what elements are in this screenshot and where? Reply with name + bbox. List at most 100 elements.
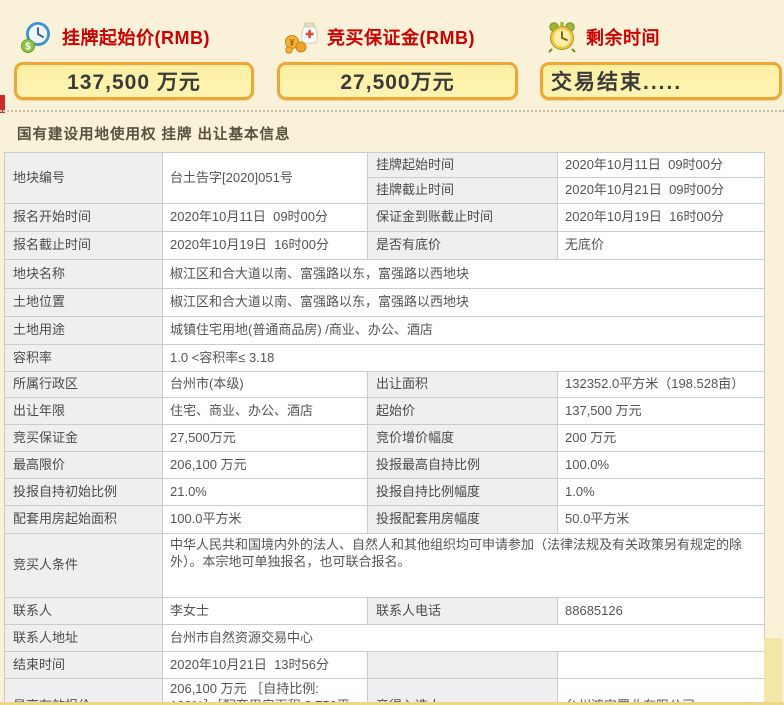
field-label: 竞买保证金	[5, 425, 163, 452]
field-value: 2020年10月11日 09时00分	[163, 204, 368, 232]
field-label: 保证金到账截止时间	[368, 204, 558, 232]
field-label: 挂牌截止时间	[368, 178, 558, 204]
field-label: 土地位置	[5, 289, 163, 317]
table-row: 所属行政区台州市(本级)出让面积132352.0平方米（198.528亩）	[5, 372, 765, 398]
field-value: 2020年10月21日 09时00分	[558, 178, 765, 204]
field-value: 200 万元	[558, 425, 765, 452]
field-value: 21.0%	[163, 479, 368, 506]
field-value: 1.0%	[558, 479, 765, 506]
summary-value-box: 137,500 万元	[14, 62, 254, 100]
table-row: 土地位置椒江区和合大道以南、富强路以东，富强路以西地块	[5, 289, 765, 317]
summary-item-remaining-time: 剩余时间 交易结束.....	[540, 12, 782, 100]
field-label: 报名截止时间	[5, 232, 163, 260]
table-row: 投报自持初始比例21.0%投报自持比例幅度1.0%	[5, 479, 765, 506]
summary-value-box: 交易结束.....	[540, 62, 782, 100]
field-value: 中华人民共和国境内外的法人、自然人和其他组织均可申请参加（法律法规及有关政策另有…	[163, 534, 765, 598]
field-value: 台土告字[2020]051号	[163, 153, 368, 204]
summary-label: 剩余时间	[586, 24, 660, 50]
summary-head: ¥ 竞买保证金(RMB)	[277, 12, 518, 62]
field-label: 容积率	[5, 345, 163, 372]
field-value: 2020年10月21日 13时56分	[163, 652, 368, 679]
summary-item-start-price: $ 挂牌起始价(RMB) 137,500 万元	[14, 12, 254, 100]
table-row: 最高限价206,100 万元投报最高自持比例100.0%	[5, 452, 765, 479]
alarm-clock-icon	[546, 20, 578, 54]
field-value: 城镇住宅用地(普通商品房) /商业、办公、酒店	[163, 317, 765, 345]
summary-value-box: 27,500万元	[277, 62, 518, 100]
table-row: 报名开始时间2020年10月11日 09时00分保证金到账截止时间2020年10…	[5, 204, 765, 232]
right-edge-strip	[764, 638, 782, 705]
table-row: 报名截止时间2020年10月19日 16时00分是否有底价无底价	[5, 232, 765, 260]
field-label: 联系人电话	[368, 598, 558, 625]
field-value: 206,100 万元	[163, 452, 368, 479]
summary-value: 27,500万元	[340, 66, 454, 96]
field-label: 挂牌起始时间	[368, 153, 558, 178]
table-row: 竞买人条件中华人民共和国境内外的法人、自然人和其他组织均可申请参加（法律法规及有…	[5, 534, 765, 598]
summary-value: 交易结束.....	[551, 66, 682, 96]
field-label: 投报配套用房幅度	[368, 506, 558, 534]
svg-text:¥: ¥	[289, 38, 294, 48]
field-value: 椒江区和合大道以南、富强路以东，富强路以西地块	[163, 289, 765, 317]
field-value: 88685126	[558, 598, 765, 625]
field-value: 100.0%	[558, 452, 765, 479]
table-row: 容积率1.0 <容积率≤ 3.18	[5, 345, 765, 372]
field-label: 所属行政区	[5, 372, 163, 398]
table-row: 结束时间2020年10月21日 13时56分	[5, 652, 765, 679]
field-value: 2020年10月11日 09时00分	[558, 153, 765, 178]
field-value	[558, 652, 765, 679]
field-value: 住宅、商业、办公、酒店	[163, 398, 368, 425]
field-value: 132352.0平方米（198.528亩）	[558, 372, 765, 398]
table-row: 地块编号台土告字[2020]051号挂牌起始时间2020年10月11日 09时0…	[5, 153, 765, 178]
field-label: 结束时间	[5, 652, 163, 679]
table-row: 联系人李女士联系人电话88685126	[5, 598, 765, 625]
field-value: 椒江区和合大道以南、富强路以东，富强路以西地块	[163, 260, 765, 289]
land-listing-page: $ 挂牌起始价(RMB) 137,500 万元 ¥	[0, 0, 784, 705]
field-value: 李女士	[163, 598, 368, 625]
field-value: 1.0 <容积率≤ 3.18	[163, 345, 765, 372]
field-label: 土地用途	[5, 317, 163, 345]
field-label: 是否有底价	[368, 232, 558, 260]
table-row: 出让年限住宅、商业、办公、酒店起始价137,500 万元	[5, 398, 765, 425]
field-value: 27,500万元	[163, 425, 368, 452]
land-info-table: 地块编号台土告字[2020]051号挂牌起始时间2020年10月11日 09时0…	[4, 152, 765, 705]
dotted-divider	[0, 110, 784, 112]
field-value: 2020年10月19日 16时00分	[558, 204, 765, 232]
summary-label: 竞买保证金(RMB)	[327, 24, 475, 50]
section-title: 国有建设用地使用权 挂牌 出让基本信息	[17, 123, 291, 144]
summary-item-deposit: ¥ 竞买保证金(RMB) 27,500万元	[277, 12, 518, 100]
field-value: 2020年10月19日 16时00分	[163, 232, 368, 260]
field-label: 投报最高自持比例	[368, 452, 558, 479]
field-value: 50.0平方米	[558, 506, 765, 534]
field-value: 100.0平方米	[163, 506, 368, 534]
field-value: 台州市自然资源交易中心	[163, 625, 765, 652]
field-label: 地块编号	[5, 153, 163, 204]
table-row: 土地用途城镇住宅用地(普通商品房) /商业、办公、酒店	[5, 317, 765, 345]
field-label: 报名开始时间	[5, 204, 163, 232]
field-label: 投报自持初始比例	[5, 479, 163, 506]
table-row: 地块名称椒江区和合大道以南、富强路以东，富强路以西地块	[5, 260, 765, 289]
field-label: 竞价增价幅度	[368, 425, 558, 452]
summary-label: 挂牌起始价(RMB)	[62, 24, 210, 50]
table-row: 联系人地址台州市自然资源交易中心	[5, 625, 765, 652]
field-label: 投报自持比例幅度	[368, 479, 558, 506]
field-label: 起始价	[368, 398, 558, 425]
field-value: 137,500 万元	[558, 398, 765, 425]
field-label: 配套用房起始面积	[5, 506, 163, 534]
table-row: 配套用房起始面积100.0平方米投报配套用房幅度50.0平方米	[5, 506, 765, 534]
summary-head: $ 挂牌起始价(RMB)	[14, 12, 254, 62]
field-label: 出让面积	[368, 372, 558, 398]
field-label	[368, 652, 558, 679]
field-label: 出让年限	[5, 398, 163, 425]
table-row: 竞买保证金27,500万元竞价增价幅度200 万元	[5, 425, 765, 452]
field-label: 竞买人条件	[5, 534, 163, 598]
field-label: 联系人	[5, 598, 163, 625]
field-value: 无底价	[558, 232, 765, 260]
field-label: 联系人地址	[5, 625, 163, 652]
field-label: 地块名称	[5, 260, 163, 289]
money-clock-icon: $	[20, 20, 54, 54]
field-value: 台州市(本级)	[163, 372, 368, 398]
summary-value: 137,500 万元	[67, 66, 201, 96]
field-label: 最高限价	[5, 452, 163, 479]
money-bag-icon: ¥	[283, 20, 319, 54]
svg-text:$: $	[25, 42, 31, 53]
summary-head: 剩余时间	[540, 12, 782, 62]
